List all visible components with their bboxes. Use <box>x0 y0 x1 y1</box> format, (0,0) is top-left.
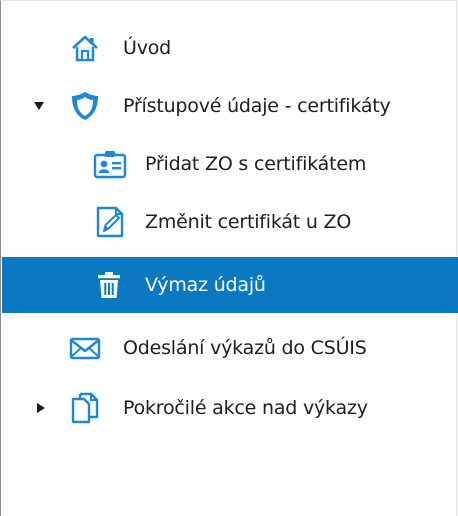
navigation-pane: Úvod Přístupové údaje - certifikáty Přid… <box>0 0 458 516</box>
tree-item-uvod[interactable]: Úvod <box>2 19 458 77</box>
tree-item-label: Pokročilé akce nad výkazy <box>123 397 368 419</box>
tree-item-label: Přidat ZO s certifikátem <box>145 153 367 175</box>
home-icon <box>68 31 102 65</box>
tree-item-odeslani-vykazu[interactable]: Odeslání výkazů do CSÚIS <box>2 319 458 377</box>
collapsed-arrow-icon[interactable] <box>34 401 48 415</box>
tree-item-label: Změnit certifikát u ZO <box>145 211 352 233</box>
tree-item-label: Výmaz údajů <box>145 274 266 296</box>
id-card-icon <box>93 147 127 181</box>
tree-item-label: Úvod <box>123 37 172 59</box>
tree-item-vymaz-udaju[interactable]: Výmaz údajů <box>2 257 458 313</box>
tree-item-pristupove-udaje[interactable]: Přístupové údaje - certifikáty <box>2 77 458 135</box>
edit-document-icon <box>93 205 127 239</box>
tree-item-label: Odeslání výkazů do CSÚIS <box>123 337 367 359</box>
tree-item-pokrocile-akce[interactable]: Pokročilé akce nad výkazy <box>2 379 458 437</box>
tree-item-zmenit-certifikat[interactable]: Změnit certifikát u ZO <box>2 193 458 251</box>
shield-icon <box>68 89 102 123</box>
expanded-arrow-icon[interactable] <box>32 99 46 113</box>
trash-icon <box>92 268 126 302</box>
envelope-icon <box>68 331 102 365</box>
tree-item-pridat-zo[interactable]: Přidat ZO s certifikátem <box>2 135 458 193</box>
tree-item-label: Přístupové údaje - certifikáty <box>123 95 391 117</box>
documents-icon <box>68 391 102 425</box>
